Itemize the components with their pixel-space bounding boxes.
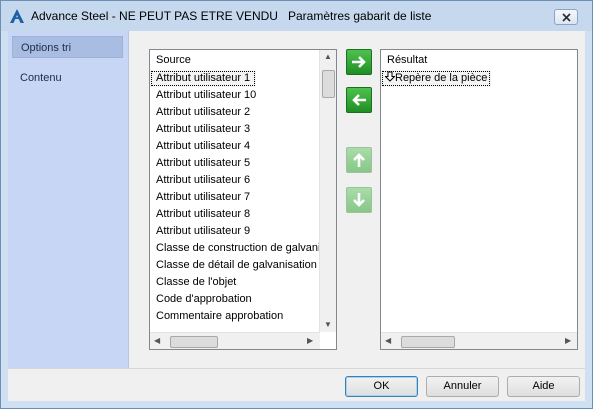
result-list[interactable]: Résultat Repère de la pièce ◀ ▶ (380, 49, 578, 350)
scroll-right-arrow-icon[interactable]: ▶ (307, 337, 313, 345)
ok-button[interactable]: OK (345, 376, 418, 397)
scroll-left-arrow-icon[interactable]: ◀ (154, 337, 160, 345)
scroll-left-arrow-icon[interactable]: ◀ (385, 337, 391, 345)
arrow-left-icon (352, 94, 366, 106)
title-bar: Advance Steel - NE PEUT PAS ETRE VENDU P… (1, 1, 592, 31)
sidebar-item-options-tri[interactable]: Options tri (12, 36, 123, 58)
result-items: Repère de la pièce (381, 70, 492, 87)
source-list-item[interactable]: Attribut utilisateur 3 (150, 121, 336, 138)
source-list-item[interactable]: Attribut utilisateur 10 (150, 87, 336, 104)
result-horizontal-scroll-thumb[interactable] (401, 336, 455, 348)
help-button[interactable]: Aide (507, 376, 580, 397)
dialog-client-area: Options tri Contenu Source Attribut util… (8, 31, 585, 401)
close-button[interactable] (554, 9, 578, 25)
add-to-result-button[interactable] (346, 49, 372, 75)
close-icon (562, 13, 571, 22)
sidebar-item-label: Options tri (21, 42, 72, 54)
source-list-item[interactable]: Classe de détail de galvanisation (150, 257, 336, 274)
arrow-up-icon (353, 153, 365, 167)
source-list-item[interactable]: Attribut utilisateur 1 (150, 70, 257, 87)
source-list-item[interactable]: Code d'approbation (150, 291, 336, 308)
source-list-item[interactable]: Attribut utilisateur 8 (150, 206, 336, 223)
arrow-right-icon (352, 56, 366, 68)
sort-options-panel: Source Attribut utilisateur 1 Attribut ut… (129, 31, 585, 368)
arrow-down-icon (353, 193, 365, 207)
source-vertical-scroll-thumb[interactable] (322, 70, 335, 98)
sidebar-item-label: Contenu (20, 72, 62, 84)
sidebar-item-contenu[interactable]: Contenu (12, 67, 123, 89)
autodesk-a-icon (10, 9, 24, 23)
source-horizontal-scrollbar[interactable]: ◀ ▶ (150, 332, 320, 349)
result-list-header: Résultat (387, 54, 428, 66)
source-list-item[interactable]: Attribut utilisateur 4 (150, 138, 336, 155)
scroll-up-arrow-icon[interactable]: ▲ (324, 53, 332, 61)
window-title: Advance Steel - NE PEUT PAS ETRE VENDU P… (31, 9, 431, 23)
source-list-item[interactable]: Commentaire approbation (150, 308, 336, 325)
source-list-item[interactable]: Attribut utilisateur 6 (150, 172, 336, 189)
result-horizontal-scrollbar[interactable]: ◀ ▶ (381, 332, 577, 349)
title-dialog: Paramètres gabarit de liste (288, 9, 432, 23)
dialog-window: Advance Steel - NE PEUT PAS ETRE VENDU P… (0, 0, 593, 409)
source-items: Attribut utilisateur 1 Attribut utilisate… (150, 70, 336, 325)
dialog-footer: OK Annuler Aide (8, 368, 585, 401)
source-list[interactable]: Source Attribut utilisateur 1 Attribut ut… (149, 49, 337, 350)
result-item-label: Repère de la pièce (395, 72, 488, 84)
source-list-item[interactable]: Attribut utilisateur 9 (150, 223, 336, 240)
scroll-down-arrow-icon[interactable]: ▼ (324, 321, 332, 329)
move-up-button[interactable] (346, 147, 372, 173)
source-vertical-scrollbar[interactable]: ▲ ▼ (319, 50, 336, 332)
remove-from-result-button[interactable] (346, 87, 372, 113)
source-list-item[interactable]: Classe de construction de galvanisation (150, 240, 336, 257)
scroll-right-arrow-icon[interactable]: ▶ (565, 337, 571, 345)
source-list-header: Source (156, 54, 191, 66)
source-list-item[interactable]: Attribut utilisateur 7 (150, 189, 336, 206)
cancel-button[interactable]: Annuler (426, 376, 499, 397)
source-list-item[interactable]: Attribut utilisateur 5 (150, 155, 336, 172)
title-app: Advance Steel - NE PEUT PAS ETRE VENDU (31, 9, 278, 23)
result-item[interactable]: Repère de la pièce (381, 70, 492, 87)
sidebar: Options tri Contenu (8, 31, 129, 368)
arrow-down-outline-icon (384, 71, 396, 82)
source-horizontal-scroll-thumb[interactable] (170, 336, 218, 348)
source-list-item[interactable]: Classe de l'objet (150, 274, 336, 291)
source-list-item[interactable]: Attribut utilisateur 2 (150, 104, 336, 121)
move-down-button[interactable] (346, 187, 372, 213)
